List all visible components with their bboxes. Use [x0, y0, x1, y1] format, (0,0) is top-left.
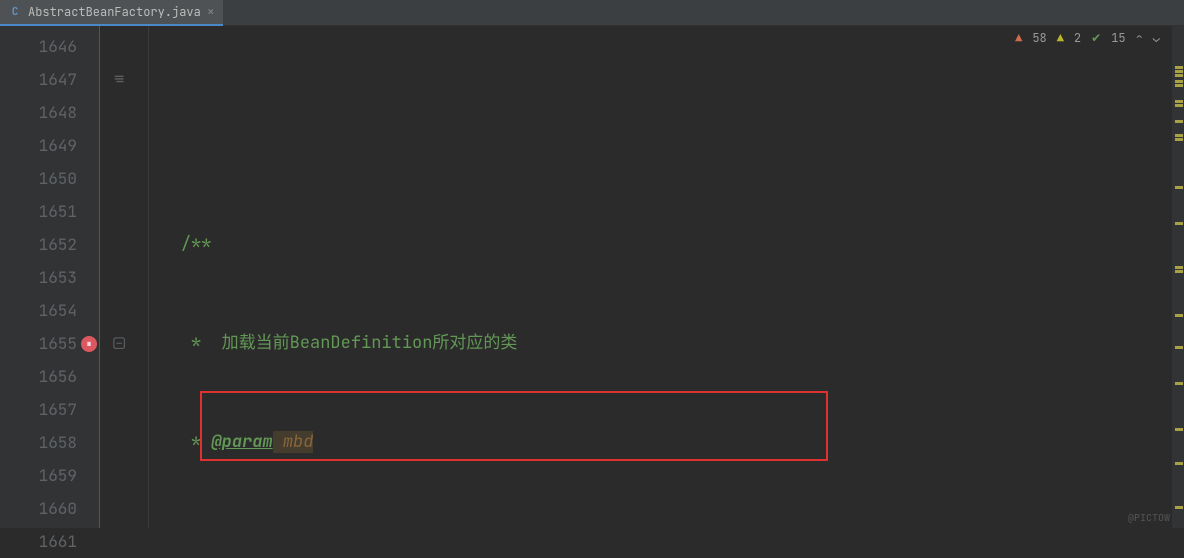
- stripe-marker[interactable]: [1175, 66, 1183, 69]
- stripe-marker[interactable]: [1175, 462, 1183, 465]
- stripe-marker[interactable]: [1175, 100, 1183, 103]
- fold-column: [100, 26, 140, 528]
- line-number: 1648: [0, 96, 77, 129]
- tab-bar: C AbstractBeanFactory.java ×: [0, 0, 1184, 26]
- stripe-marker[interactable]: [1175, 104, 1183, 107]
- chevron-up-icon[interactable]: ⌃: [1136, 30, 1143, 46]
- stripe-marker[interactable]: [1175, 314, 1183, 317]
- stripe-marker[interactable]: [1175, 382, 1183, 385]
- code-line: * 加载当前BeanDefinition所对应的类: [140, 327, 1184, 360]
- breakpoint-icon[interactable]: ⏸: [79, 327, 99, 360]
- line-number: 1649: [0, 129, 77, 162]
- stripe-marker[interactable]: [1175, 70, 1183, 73]
- stripe-marker[interactable]: [1175, 266, 1183, 269]
- code-line: [140, 129, 1184, 162]
- tab-filename: AbstractBeanFactory.java: [28, 4, 201, 20]
- line-number: 1652: [0, 228, 77, 261]
- error-icon: ▲: [1015, 30, 1022, 46]
- warning-count: 2: [1074, 30, 1081, 46]
- inspection-status[interactable]: ▲ 58 ▲ 2 ✔ 15 ⌃ ⌄: [1015, 30, 1160, 46]
- fold-minus-icon[interactable]: [100, 327, 140, 360]
- line-number: 1661: [0, 525, 77, 558]
- code-line: /**: [140, 228, 1184, 261]
- stripe-marker[interactable]: [1175, 346, 1183, 349]
- stripe-marker[interactable]: [1175, 134, 1183, 137]
- stripe-marker[interactable]: [1175, 84, 1183, 87]
- stripe-marker[interactable]: [1175, 186, 1183, 189]
- stripe-marker[interactable]: [1175, 120, 1183, 123]
- stripe-marker[interactable]: [1175, 74, 1183, 77]
- line-number: 1650: [0, 162, 77, 195]
- close-icon[interactable]: ×: [207, 3, 215, 20]
- watermark: @PICTOW: [1128, 511, 1170, 524]
- fold-toggle-icon[interactable]: [100, 63, 140, 96]
- stripe-marker[interactable]: [1175, 270, 1183, 273]
- line-number: 1659: [0, 459, 77, 492]
- line-number: 1655: [0, 327, 77, 360]
- editor: ▲ 58 ▲ 2 ✔ 15 ⌃ ⌄ 1646 1647 1648 1649 1650 …: [0, 26, 1184, 528]
- gutter[interactable]: 1646 1647 1648 1649 1650 1651 1652 1653 …: [0, 26, 100, 528]
- warning-icon: ▲: [1057, 30, 1064, 46]
- stripe-marker[interactable]: [1175, 80, 1183, 83]
- line-number: 1647: [0, 63, 77, 96]
- inspection-count: 15: [1111, 30, 1125, 46]
- stripe-marker[interactable]: [1175, 138, 1183, 141]
- line-number: 1657: [0, 393, 77, 426]
- line-number: 1660: [0, 492, 77, 525]
- line-number: 1646: [0, 30, 77, 63]
- stripe-marker[interactable]: [1175, 506, 1183, 509]
- line-number: 1653: [0, 261, 77, 294]
- line-number: 1651: [0, 195, 77, 228]
- chevron-down-icon[interactable]: ⌄: [1153, 30, 1160, 46]
- error-stripe[interactable]: [1172, 26, 1184, 528]
- stripe-marker[interactable]: [1175, 222, 1183, 225]
- line-number: 1654: [0, 294, 77, 327]
- java-class-icon: C: [8, 5, 22, 19]
- ok-icon: ✔: [1091, 30, 1101, 46]
- stripe-marker[interactable]: [1175, 428, 1183, 431]
- editor-tab[interactable]: C AbstractBeanFactory.java ×: [0, 0, 223, 26]
- line-number: 1656: [0, 360, 77, 393]
- line-number: 1658: [0, 426, 77, 459]
- error-count: 58: [1032, 30, 1046, 46]
- code-line: * @param mbd: [140, 426, 1184, 459]
- code-area[interactable]: /** * 加载当前BeanDefinition所对应的类 * @param m…: [140, 26, 1184, 528]
